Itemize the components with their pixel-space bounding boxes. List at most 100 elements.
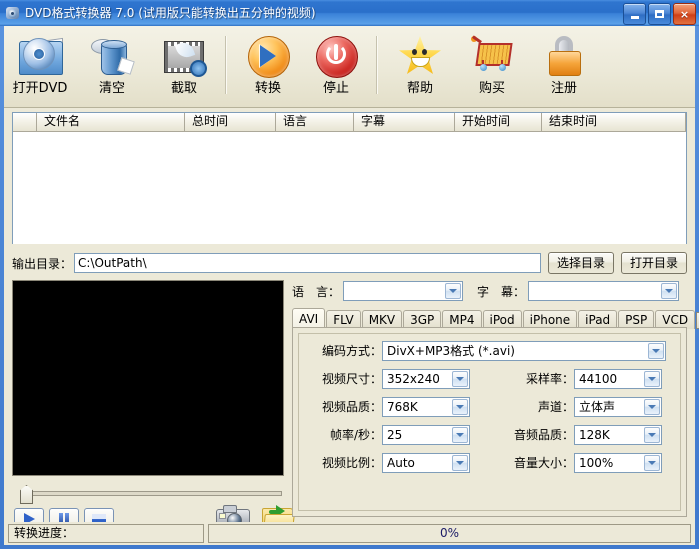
video-preview[interactable] xyxy=(12,280,284,476)
toolbar-label: 打开DVD xyxy=(12,81,68,96)
aspect-ratio-select[interactable]: Auto xyxy=(382,452,470,473)
chevron-down-icon[interactable] xyxy=(452,426,468,443)
star-face-icon xyxy=(397,33,443,79)
audio-quality-select[interactable]: 128K xyxy=(574,424,662,445)
play-circle-icon xyxy=(245,33,291,79)
audio-quality-label: 音频品质： xyxy=(514,428,575,442)
open-directory-button[interactable]: 打开目录 xyxy=(621,252,687,274)
subtitle-select[interactable] xyxy=(528,281,680,301)
channels-select[interactable]: 立体声 xyxy=(574,396,662,417)
frame-rate-select[interactable]: 25 xyxy=(382,424,470,445)
format-settings-page: 编码方式： DivX+MP3格式 (*.avi) 视频尺寸： 352x240 采… xyxy=(292,327,687,517)
chevron-down-icon[interactable] xyxy=(644,426,660,443)
channels-label: 声道： xyxy=(537,400,574,414)
close-button[interactable]: × xyxy=(673,3,696,25)
progress-text: 0% xyxy=(439,526,460,540)
chevron-down-icon[interactable] xyxy=(452,398,468,415)
sample-rate-label: 采样率： xyxy=(525,372,574,386)
toolbar-label: 转换 xyxy=(254,81,281,96)
file-list-header: 文件名 总时间 语言 字幕 开始时间 结束时间 xyxy=(13,113,686,132)
sample-rate-value: 44100 xyxy=(579,371,618,386)
status-bar: 转换进度： 0% xyxy=(4,522,695,545)
settings-group: 编码方式： DivX+MP3格式 (*.avi) 视频尺寸： 352x240 采… xyxy=(298,333,681,511)
channels-value: 立体声 xyxy=(579,399,616,414)
toolbar-button-help[interactable]: 帮助 xyxy=(388,31,452,103)
track-selectors: 语 言： 字 幕： xyxy=(292,280,687,302)
window-controls: × xyxy=(623,3,696,25)
column-header-language[interactable]: 语言 xyxy=(276,113,354,131)
chevron-down-icon[interactable] xyxy=(445,283,462,299)
frame-rate-label: 帧率/秒： xyxy=(329,428,382,442)
output-directory-label: 输出目录： xyxy=(12,256,73,271)
codec-select[interactable]: DivX+MP3格式 (*.avi) xyxy=(382,340,666,361)
video-quality-label: 视频品质： xyxy=(321,400,382,414)
minimize-button[interactable] xyxy=(623,3,646,25)
video-size-label: 视频尺寸： xyxy=(321,372,382,386)
chevron-down-icon[interactable] xyxy=(648,342,664,359)
seek-slider[interactable] xyxy=(12,485,284,504)
trash-can-icon xyxy=(89,33,135,79)
close-icon: × xyxy=(679,7,690,21)
column-header-end-time[interactable]: 结束时间 xyxy=(542,113,686,131)
application-window: DVD格式转换器 7.0 (试用版只能转换出五分钟的视频) × 打开DVD 清空… xyxy=(0,0,699,549)
column-header-check[interactable] xyxy=(13,113,37,131)
dvd-folder-icon xyxy=(17,33,63,79)
seek-track xyxy=(20,491,282,496)
chevron-down-icon[interactable] xyxy=(452,454,468,471)
chevron-down-icon[interactable] xyxy=(661,283,678,299)
progress-bar: 0% xyxy=(208,524,691,543)
video-quality-select[interactable]: 768K xyxy=(382,396,470,417)
toolbar-button-clip[interactable]: 截取 xyxy=(152,31,216,103)
audio-quality-value: 128K xyxy=(579,427,610,442)
file-list-body[interactable] xyxy=(13,132,686,244)
codec-label: 编码方式： xyxy=(321,344,382,358)
tab-avi[interactable]: AVI xyxy=(292,308,326,329)
toolbar-button-open-dvd[interactable]: 打开DVD xyxy=(8,31,72,103)
subtitle-label: 字 幕： xyxy=(477,284,526,299)
toolbar-label: 注册 xyxy=(550,81,577,96)
shopping-cart-icon xyxy=(469,33,515,79)
volume-value: 100% xyxy=(579,455,614,470)
output-directory-row: 输出目录： C:\OutPath\ 选择目录 打开目录 xyxy=(12,252,687,274)
language-select[interactable] xyxy=(343,281,464,301)
chevron-down-icon[interactable] xyxy=(644,370,660,387)
chevron-down-icon[interactable] xyxy=(452,370,468,387)
sample-rate-select[interactable]: 44100 xyxy=(574,368,662,389)
chevron-down-icon[interactable] xyxy=(644,454,660,471)
setting-frame-rate: 帧率/秒： 25 xyxy=(306,424,470,445)
aspect-ratio-label: 视频比例： xyxy=(321,456,382,470)
toolbar-button-stop[interactable]: 停止 xyxy=(304,31,368,103)
padlock-icon xyxy=(541,33,587,79)
video-quality-value: 768K xyxy=(387,399,418,414)
setting-audio-quality: 音频品质： 128K xyxy=(514,424,662,445)
maximize-button[interactable] xyxy=(648,3,671,25)
app-icon xyxy=(5,5,21,21)
aspect-ratio-value: Auto xyxy=(387,455,415,470)
volume-label: 音量大小： xyxy=(514,456,575,470)
chevron-down-icon[interactable] xyxy=(644,398,660,415)
toolbar-label: 购买 xyxy=(478,81,505,96)
setting-channels: 声道： 立体声 xyxy=(514,396,662,417)
language-label: 语 言： xyxy=(292,284,341,299)
seek-thumb[interactable] xyxy=(20,485,33,504)
window-title: DVD格式转换器 7.0 (试用版只能转换出五分钟的视频) xyxy=(25,6,316,20)
output-directory-input[interactable]: C:\OutPath\ xyxy=(74,253,541,273)
column-header-start-time[interactable]: 开始时间 xyxy=(455,113,542,131)
volume-select[interactable]: 100% xyxy=(574,452,662,473)
choose-directory-button[interactable]: 选择目录 xyxy=(548,252,614,274)
toolbar-separator xyxy=(376,36,378,94)
video-size-select[interactable]: 352x240 xyxy=(382,368,470,389)
title-bar: DVD格式转换器 7.0 (试用版只能转换出五分钟的视频) × xyxy=(0,0,699,26)
toolbar-button-register[interactable]: 注册 xyxy=(532,31,596,103)
column-header-subtitle[interactable]: 字幕 xyxy=(354,113,455,131)
toolbar-button-convert[interactable]: 转换 xyxy=(236,31,300,103)
toolbar-button-clear[interactable]: 清空 xyxy=(80,31,144,103)
setting-volume: 音量大小： 100% xyxy=(514,452,662,473)
column-header-duration[interactable]: 总时间 xyxy=(185,113,276,131)
film-strip-icon xyxy=(161,33,207,79)
toolbar-button-buy[interactable]: 购买 xyxy=(460,31,524,103)
column-header-filename[interactable]: 文件名 xyxy=(37,113,185,131)
format-tab-strip: AVI FLV MKV 3GP MP4 iPod iPhone iPad PSP… xyxy=(292,307,699,329)
file-list[interactable]: 文件名 总时间 语言 字幕 开始时间 结束时间 xyxy=(12,112,687,244)
toolbar-label: 停止 xyxy=(322,81,349,96)
